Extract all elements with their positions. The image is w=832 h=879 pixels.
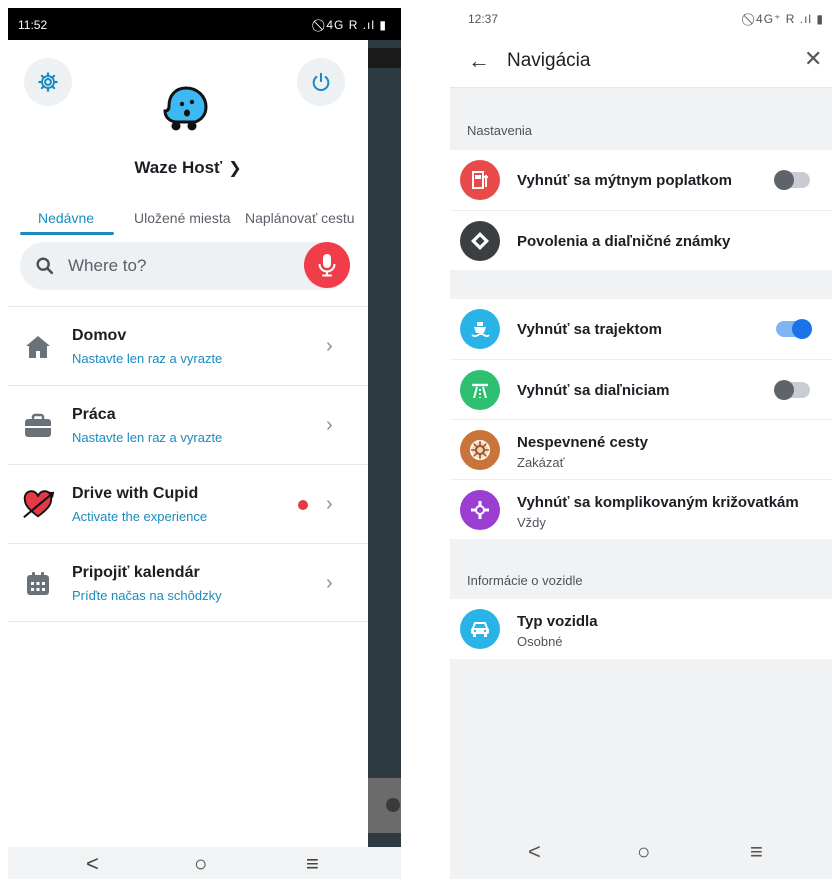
item-title: Domov — [72, 327, 127, 344]
nav-back-button[interactable]: < — [528, 839, 541, 865]
search-placeholder: Where to? — [68, 256, 147, 275]
car-icon — [460, 609, 500, 649]
setting-permits-vignettes[interactable]: Povolenia a diaľničné známky — [450, 210, 832, 270]
power-button[interactable] — [297, 58, 345, 106]
settings-group-3: Typ vozidla Osobné — [450, 599, 832, 659]
navigation-settings-screen: 12:37 ⃠ 4G⁺ R .ıl ▮ ← Navigácia ✕ Nastav… — [450, 0, 832, 879]
cupid-heart-icon — [22, 489, 54, 521]
setting-title: Vyhnúť sa mýtnym poplatkom — [517, 172, 733, 189]
destination-list: Domov Nastavte len raz a vyrazte › Práca… — [8, 306, 368, 622]
setting-title: Nespevnené cesty — [517, 434, 648, 451]
search-input[interactable]: Where to? — [20, 242, 350, 290]
page-title: Navigácia — [507, 50, 591, 71]
map-bottom-band — [368, 778, 401, 833]
setting-unpaved-roads[interactable]: Nespevnené cesty Zakázať — [450, 419, 832, 479]
setting-avoid-ferries[interactable]: Vyhnúť sa trajektom — [450, 299, 832, 359]
nav-recents-button[interactable]: ≡ — [306, 851, 319, 877]
search-icon — [36, 257, 54, 275]
list-item-cupid[interactable]: Drive with Cupid Activate the experience… — [8, 464, 368, 543]
home-icon — [22, 331, 54, 363]
item-title: Práca — [72, 406, 116, 423]
power-icon — [312, 72, 330, 91]
avoid-ferries-toggle[interactable] — [776, 319, 812, 339]
nav-back-button[interactable]: < — [86, 851, 99, 877]
setting-avoid-complex-junctions[interactable]: Vyhnúť sa komplikovaným križovatkám Vždy — [450, 479, 832, 539]
map-top-band — [368, 48, 401, 68]
new-badge-dot — [298, 500, 308, 510]
tab-saved-places[interactable]: Uložené miesta — [134, 210, 231, 226]
chevron-right-icon: › — [326, 335, 333, 357]
map-pin-icon — [386, 798, 400, 812]
list-item-home[interactable]: Domov Nastavte len raz a vyrazte › — [8, 306, 368, 385]
setting-title: Vyhnúť sa komplikovaným križovatkám — [517, 494, 799, 511]
setting-value: Zakázať — [517, 455, 565, 470]
calendar-icon — [22, 568, 54, 600]
nav-recents-button[interactable]: ≡ — [750, 839, 763, 865]
status-icons: ⃠ 4G⁺ R .ıl ▮ — [750, 12, 824, 26]
profile-name-link[interactable]: Waze Hosť ❯ — [8, 158, 368, 178]
avoid-highways-toggle[interactable] — [774, 380, 810, 400]
chevron-right-icon: › — [326, 572, 333, 594]
item-title: Pripojiť kalendár — [72, 564, 200, 581]
item-title: Drive with Cupid — [72, 485, 199, 502]
tab-plan-drive[interactable]: Naplánovať cestu — [245, 210, 355, 226]
item-subtitle: Príďte načas na schôdzky — [72, 588, 222, 603]
waze-drawer-screen: 11:52 ⃠ 4G R .ıl ▮ Waze Hosť ❯ Nedávne U… — [8, 8, 401, 879]
ferry-icon — [460, 309, 500, 349]
setting-title: Typ vozidla — [517, 613, 598, 630]
status-bar: 11:52 ⃠ 4G R .ıl ▮ — [8, 8, 401, 40]
app-bar: ← Navigácia ✕ — [450, 34, 832, 88]
unpaved-road-icon — [460, 430, 500, 470]
status-time: 12:37 — [468, 12, 499, 26]
highway-icon — [460, 370, 500, 410]
gear-icon — [38, 72, 58, 92]
list-item-work[interactable]: Práca Nastavte len raz a vyrazte › — [8, 385, 368, 464]
setting-avoid-tolls[interactable]: Vyhnúť sa mýtnym poplatkom — [450, 150, 832, 210]
waze-avatar-icon[interactable] — [158, 82, 214, 138]
system-nav-bar: < ○ ≡ — [8, 847, 401, 879]
item-subtitle: Nastavte len raz a vyrazte — [72, 430, 223, 445]
status-bar: 12:37 ⃠ 4G⁺ R .ıl ▮ — [450, 0, 832, 34]
junction-icon — [460, 490, 500, 530]
chevron-right-icon: › — [326, 493, 333, 515]
system-nav-bar: < ○ ≡ — [450, 835, 832, 879]
setting-value: Vždy — [517, 515, 546, 530]
chevron-right-icon: ❯ — [228, 160, 242, 177]
item-subtitle: Activate the experience — [72, 509, 208, 524]
diamond-sign-icon — [460, 221, 500, 261]
tab-recent[interactable]: Nedávne — [38, 210, 94, 226]
setting-value: Osobné — [517, 634, 563, 649]
section-label-vehicle-info: Informácie o vozidle — [467, 573, 583, 588]
drawer-tabs: Nedávne Uložené miesta Naplánovať cestu — [8, 208, 368, 240]
setting-title: Vyhnúť sa diaľniciam — [517, 382, 670, 399]
list-item-calendar[interactable]: Pripojiť kalendár Príďte načas na schôdz… — [8, 543, 368, 622]
map-background[interactable] — [368, 40, 401, 847]
settings-group-2: Vyhnúť sa trajektom Vyhnúť sa diaľniciam… — [450, 299, 832, 539]
close-icon[interactable]: ✕ — [804, 46, 822, 72]
briefcase-icon — [22, 410, 54, 442]
setting-vehicle-type[interactable]: Typ vozidla Osobné — [450, 599, 832, 659]
status-time: 11:52 — [18, 18, 48, 32]
toll-icon — [460, 160, 500, 200]
settings-button[interactable] — [24, 58, 72, 106]
section-label-settings: Nastavenia — [467, 123, 533, 138]
side-drawer: Waze Hosť ❯ Nedávne Uložené miesta Naplán… — [8, 40, 368, 847]
setting-title: Vyhnúť sa trajektom — [517, 321, 663, 338]
settings-group-1: Vyhnúť sa mýtnym poplatkom Povolenia a d… — [450, 150, 832, 270]
back-arrow-icon[interactable]: ← — [468, 48, 490, 74]
nav-home-button[interactable]: ○ — [194, 851, 207, 877]
setting-title: Povolenia a diaľničné známky — [517, 233, 731, 250]
item-subtitle: Nastavte len raz a vyrazte — [72, 351, 223, 366]
voice-search-button[interactable] — [304, 242, 350, 288]
profile-name: Waze Hosť — [134, 158, 223, 177]
microphone-icon — [318, 254, 336, 277]
chevron-right-icon: › — [326, 414, 333, 436]
setting-avoid-highways[interactable]: Vyhnúť sa diaľniciam — [450, 359, 832, 419]
avoid-tolls-toggle[interactable] — [774, 170, 810, 190]
nav-home-button[interactable]: ○ — [637, 839, 650, 865]
active-tab-indicator — [20, 232, 114, 235]
status-icons: ⃠ 4G R .ıl ▮ — [321, 18, 387, 32]
